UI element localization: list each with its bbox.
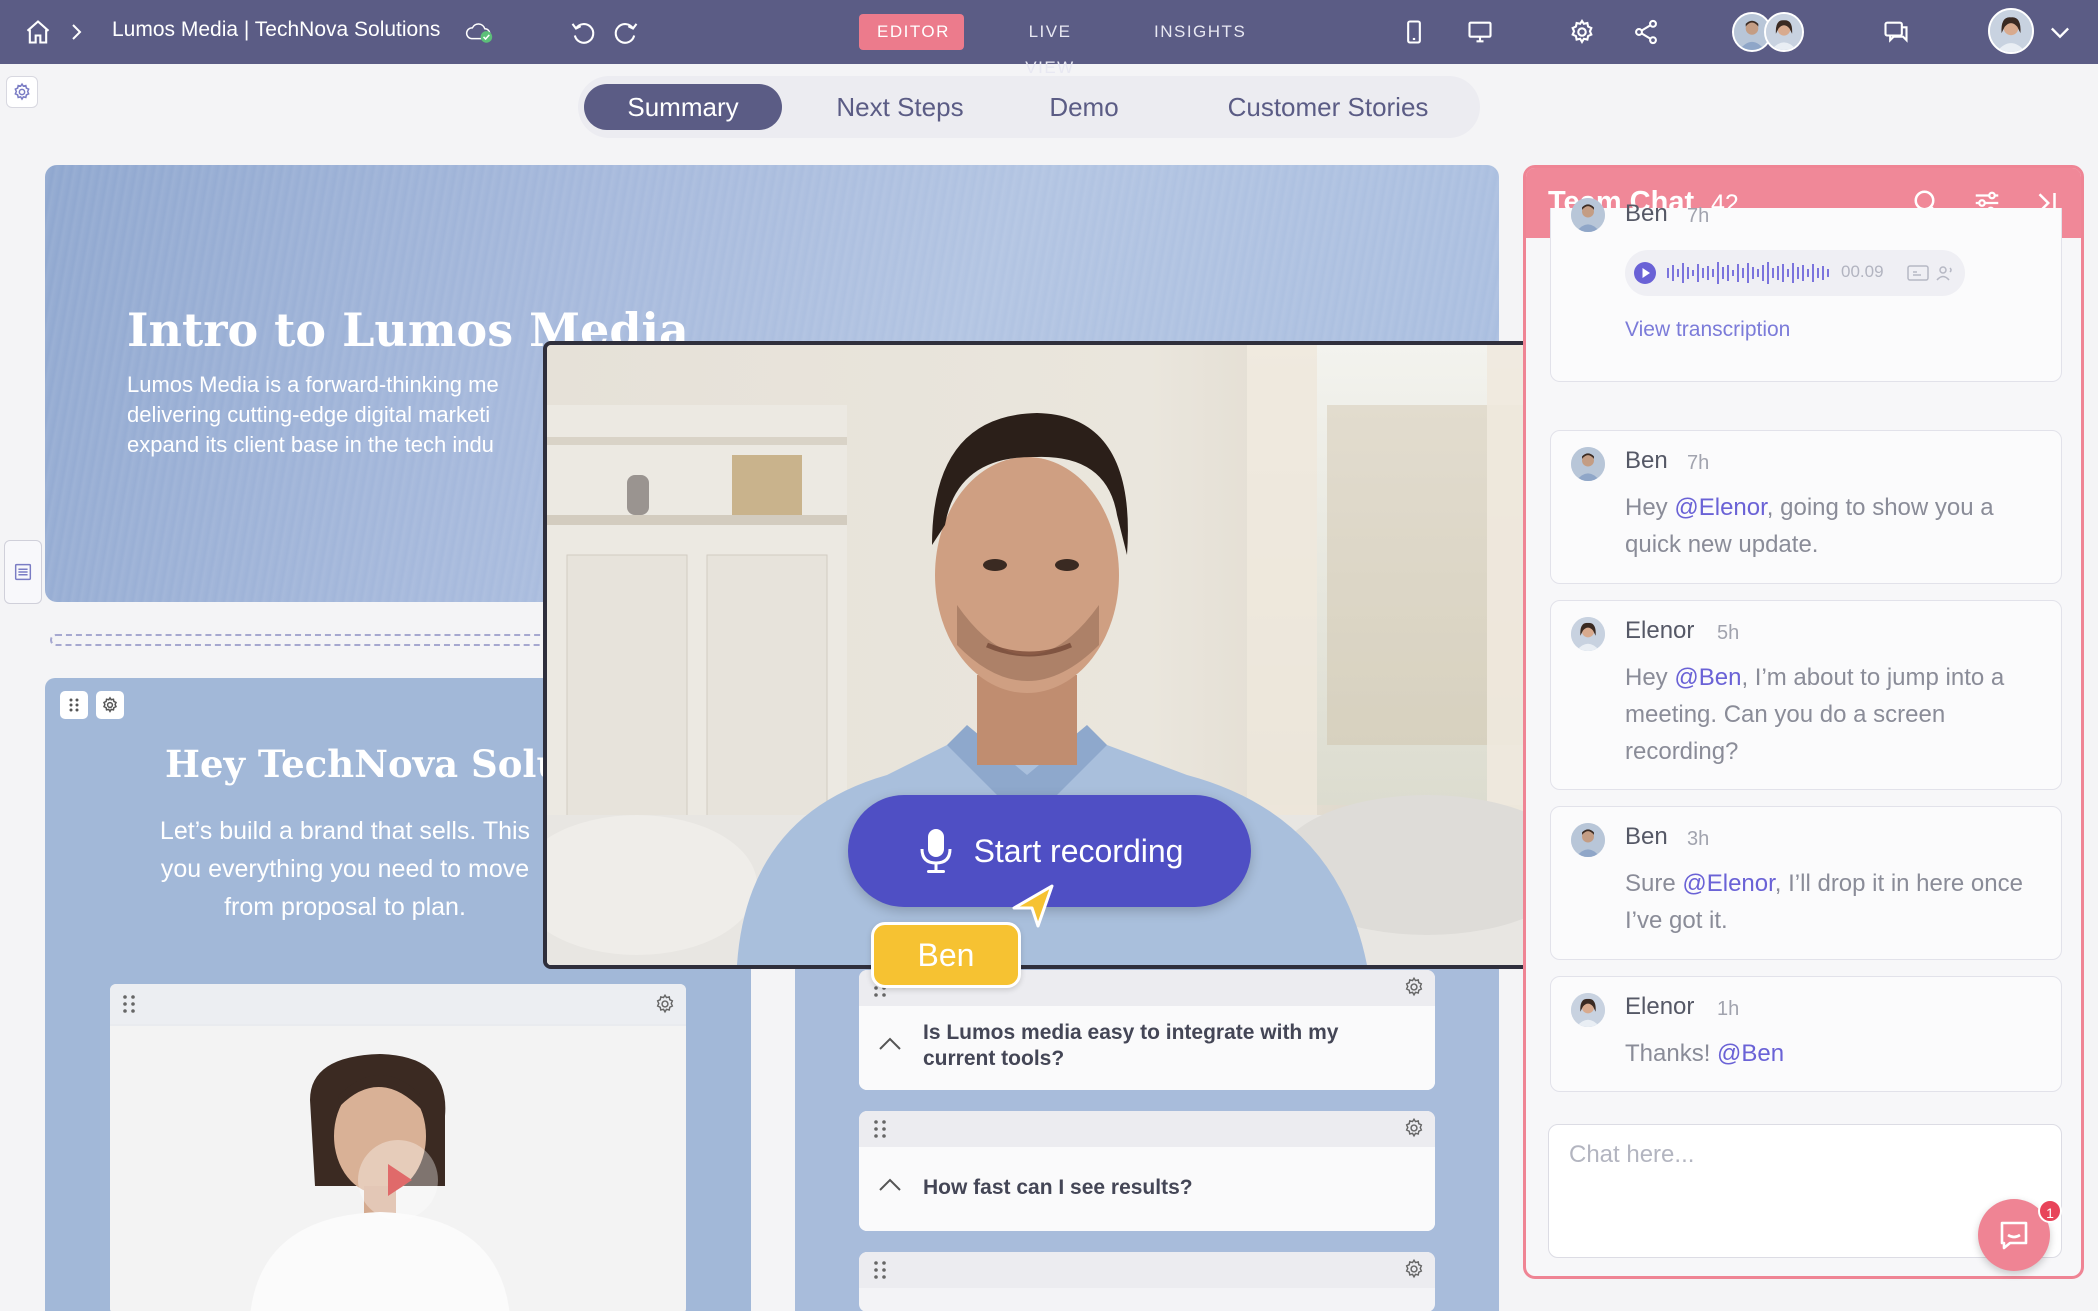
- top-bar: Lumos Media | TechNova Solutions EDITOR …: [0, 0, 2098, 77]
- breadcrumb[interactable]: Lumos Media | TechNova Solutions: [112, 18, 440, 42]
- drag-handle-icon[interactable]: [873, 1119, 887, 1139]
- audio-duration: 00.09: [1841, 262, 1884, 281]
- gear-icon[interactable]: [654, 993, 676, 1015]
- message-text: Thanks! @Ben: [1625, 1040, 1785, 1067]
- chevron-up-icon[interactable]: [877, 1034, 903, 1054]
- microphone-icon: [920, 829, 952, 873]
- avatar: [1571, 823, 1605, 857]
- message-time: 5h: [1717, 622, 1740, 644]
- outline-panel-button[interactable]: [4, 540, 42, 604]
- share-icon[interactable]: [1628, 14, 1664, 50]
- welcome-description: Let’s build a brand that sells. This you…: [159, 817, 531, 921]
- gear-icon[interactable]: [1403, 1117, 1425, 1139]
- mention[interactable]: @Ben: [1674, 664, 1741, 691]
- message-text: Sure @Elenor, I’ll drop it in here once …: [1625, 870, 2023, 934]
- video-thumbnail[interactable]: [110, 1026, 686, 1311]
- chat-bubble-icon: [2000, 1221, 2028, 1250]
- message-author: Ben: [1625, 447, 1668, 474]
- undo-icon[interactable]: [565, 14, 601, 50]
- notification-badge: 1: [2038, 1199, 2062, 1223]
- video-block[interactable]: [110, 984, 686, 1311]
- play-icon[interactable]: [1633, 261, 1657, 285]
- message-time: 7h: [1687, 205, 1710, 227]
- avatar: [1571, 447, 1605, 481]
- message-author: Elenor: [1625, 617, 1695, 644]
- tab-summary[interactable]: Summary: [584, 84, 782, 130]
- message-time: 7h: [1687, 452, 1710, 474]
- list-icon: [14, 563, 32, 581]
- page-settings-button[interactable]: [6, 76, 38, 108]
- chat-message: Ben 7h 00.09 View transcription: [1550, 198, 2062, 382]
- mode-tab-editor[interactable]: EDITOR: [859, 14, 964, 50]
- drag-handle-icon[interactable]: [873, 1260, 887, 1280]
- start-recording-label: Start recording: [973, 832, 1184, 869]
- collaborator-name-tag: Ben: [871, 922, 1021, 988]
- faq-item-body: Is Lumos media easy to integrate with my…: [859, 1006, 1435, 1090]
- avatar: [1571, 198, 1605, 232]
- mode-tab-insights[interactable]: INSIGHTS: [1136, 14, 1256, 50]
- comments-icon[interactable]: [1878, 14, 1914, 50]
- drag-handle-icon[interactable]: [60, 691, 88, 719]
- avatar: [1571, 617, 1605, 651]
- message-author: Ben: [1625, 200, 1668, 227]
- chevron-up-icon[interactable]: [877, 1175, 903, 1195]
- user-avatar[interactable]: [1988, 8, 2034, 54]
- message-time: 3h: [1687, 828, 1710, 850]
- view-transcription-link[interactable]: View transcription: [1625, 318, 1790, 342]
- faq-item-body: How fast can I see results?: [859, 1147, 1435, 1231]
- redo-icon[interactable]: [608, 14, 644, 50]
- hero-description: Lumos Media is a forward-thinking me del…: [127, 372, 499, 457]
- mention[interactable]: @Elenor: [1674, 494, 1766, 521]
- home-icon[interactable]: [20, 14, 56, 50]
- chevron-down-icon[interactable]: [2044, 14, 2076, 50]
- chevron-right-icon: [64, 14, 88, 50]
- gear-icon[interactable]: [96, 691, 124, 719]
- faq-question[interactable]: Is Lumos media easy to integrate with my…: [923, 1020, 1393, 1072]
- tab-demo[interactable]: Demo: [1014, 84, 1154, 130]
- welcome-title: Hey TechNova Solut: [165, 742, 581, 786]
- faq-question[interactable]: How fast can I see results?: [923, 1175, 1393, 1201]
- faq-item[interactable]: Is Lumos media easy to integrate with my…: [859, 970, 1435, 1090]
- faq-item[interactable]: How fast can I see results?: [859, 1111, 1435, 1231]
- chat-message: Ben 7h Hey @Elenor, going to show you a …: [1550, 430, 2062, 584]
- gear-icon[interactable]: [1403, 976, 1425, 998]
- collaborator-cursor-icon: [1012, 884, 1054, 928]
- tab-next-steps[interactable]: Next Steps: [810, 84, 990, 130]
- message-time: 1h: [1717, 998, 1740, 1020]
- desktop-icon[interactable]: [1462, 14, 1498, 50]
- chat-message: Elenor 1h Thanks! @Ben: [1550, 976, 2062, 1092]
- gear-icon[interactable]: [1564, 14, 1600, 50]
- mode-tab-live-view[interactable]: LIVE VIEW: [985, 14, 1115, 77]
- tab-customer-stories[interactable]: Customer Stories: [1188, 84, 1468, 130]
- message-text: Hey @Ben, I’m about to jump into a meeti…: [1625, 664, 2005, 765]
- mobile-icon[interactable]: [1396, 14, 1432, 50]
- speaker-icon[interactable]: [1935, 263, 1955, 283]
- cloud-check-icon: [456, 14, 502, 50]
- avatar: [1571, 993, 1605, 1027]
- faq-item-toolbar: [859, 1252, 1435, 1288]
- message-author: Elenor: [1625, 993, 1695, 1020]
- mention[interactable]: @Ben: [1717, 1040, 1784, 1067]
- section-tabs: Summary Next Steps Demo Customer Stories: [578, 76, 1480, 138]
- faq-item-toolbar: [859, 1111, 1435, 1147]
- gear-icon[interactable]: [1403, 1258, 1425, 1280]
- drop-zone-divider[interactable]: [50, 634, 550, 646]
- drag-handle-icon[interactable]: [122, 994, 136, 1014]
- message-text: Hey @Elenor, going to show you a quick n…: [1625, 494, 1994, 558]
- faq-item[interactable]: [859, 1252, 1435, 1311]
- audio-message-player[interactable]: 00.09: [1625, 250, 1965, 296]
- mention[interactable]: @Elenor: [1682, 870, 1774, 897]
- team-chat-panel: Team Chat 42 Ben 7h 00.09 View transcrip…: [1523, 165, 2084, 1279]
- video-block-toolbar: [110, 984, 686, 1024]
- audio-waveform: [1667, 262, 1829, 284]
- chat-message: Ben 3h Sure @Elenor, I’ll drop it in her…: [1550, 806, 2062, 960]
- captions-icon[interactable]: [1907, 264, 1929, 282]
- gear-icon: [14, 82, 30, 101]
- collaborator-avatar-elenor[interactable]: [1764, 12, 1804, 52]
- message-author: Ben: [1625, 823, 1668, 850]
- chat-message: Elenor 5h Hey @Ben, I’m about to jump in…: [1550, 600, 2062, 790]
